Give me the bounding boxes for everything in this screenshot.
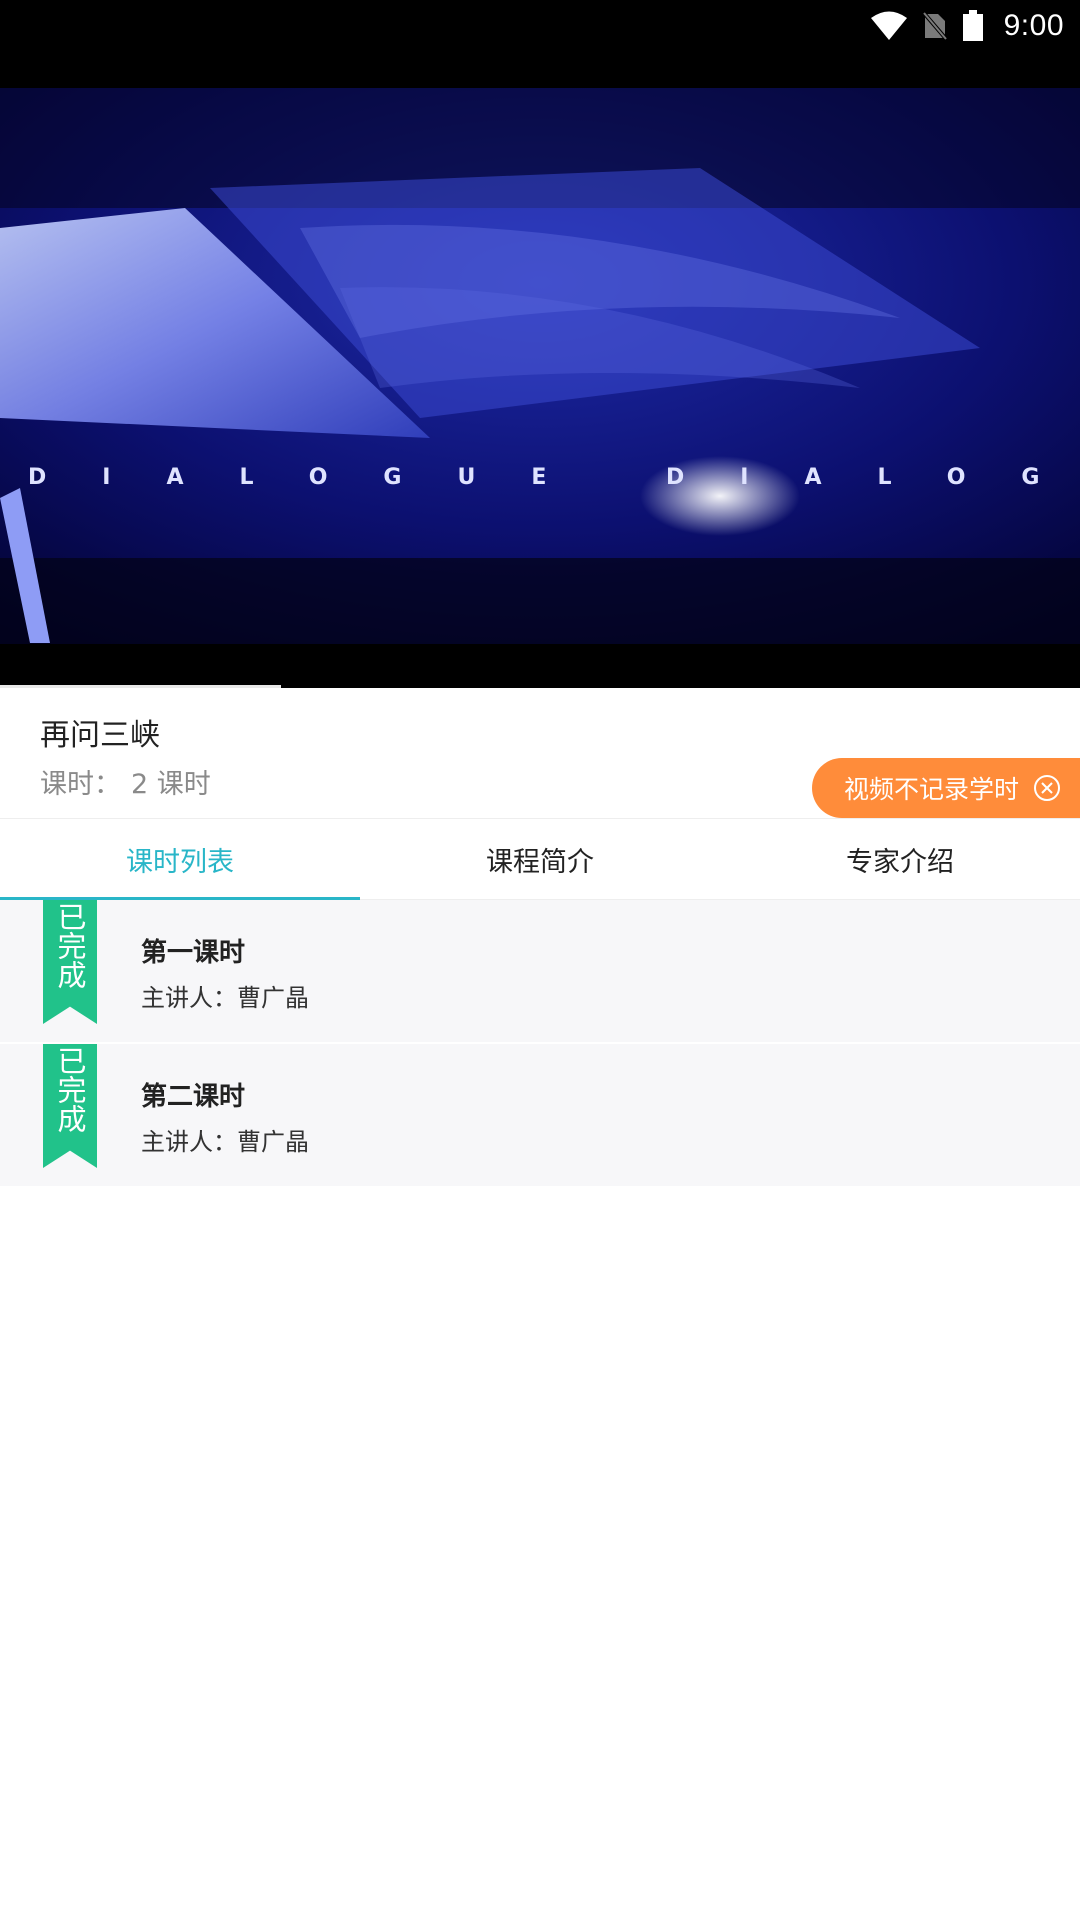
lesson-row[interactable]: 已完成 第一课时 主讲人：曹广晶 [0,900,1080,1044]
no-record-label: 视频不记录学时 [844,775,1020,804]
no-record-badge[interactable]: 视频不记录学时 [812,758,1080,818]
status-icons: 9:00 [870,6,1064,46]
course-title: 再问三峡 [40,718,160,753]
lesson-speaker: 主讲人：曹广晶 [141,1128,309,1156]
course-hours-label: 课时： [40,769,121,800]
tab-expert-intro[interactable]: 专家介绍 [720,819,1080,899]
course-hours-value: 2 课时 [131,769,211,800]
battery-icon [962,10,983,41]
lesson-list: 已完成 第一课时 主讲人：曹广晶 已完成 第二课时 主讲人：曹广晶 [0,900,1080,1188]
lesson-speaker: 主讲人：曹广晶 [141,984,309,1012]
completed-status: 已完成 [53,902,87,989]
completed-ribbon: 已完成 [43,900,97,1024]
close-circle-icon[interactable] [1033,774,1061,802]
wifi-icon [870,11,907,40]
no-sim-icon [921,11,948,41]
video-overlay-text: DIALOGUE DIALOG [28,465,1080,490]
tab-lesson-list[interactable]: 课时列表 [0,819,360,900]
lesson-title: 第二课时 [141,1082,246,1112]
video-player[interactable]: DIALOGUE DIALOG [0,88,1080,688]
status-time: 9:00 [1003,9,1064,42]
completed-status: 已完成 [53,1046,87,1133]
video-frame: DIALOGUE DIALOG [0,88,1080,644]
course-hours: 课时： 2 课时 [40,762,211,801]
status-bar: 9:00 [0,0,1080,88]
completed-ribbon: 已完成 [43,1044,97,1168]
tab-bar: 课时列表 课程简介 专家介绍 [0,819,1080,900]
tab-course-intro[interactable]: 课程简介 [360,819,720,899]
lesson-row[interactable]: 已完成 第二课时 主讲人：曹广晶 [0,1044,1080,1188]
lesson-title: 第一课时 [141,938,246,968]
